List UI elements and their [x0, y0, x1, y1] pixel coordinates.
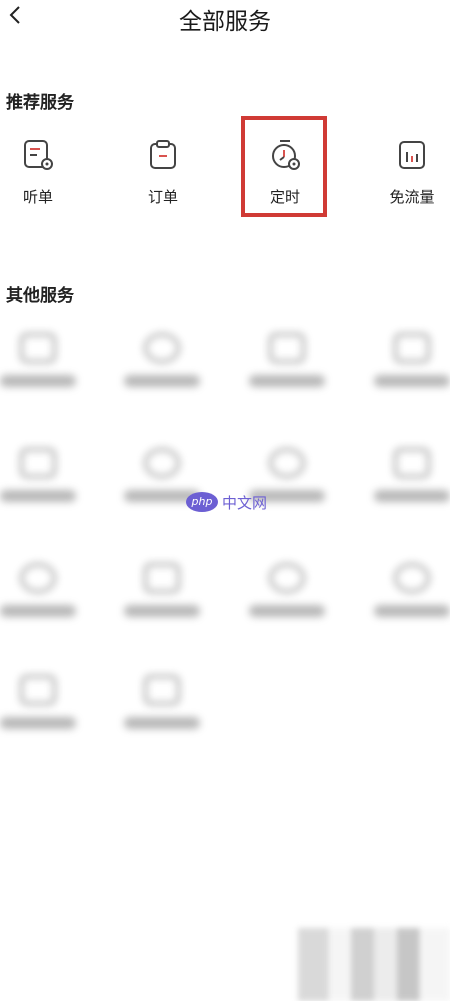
blurred-service-item[interactable]: [112, 325, 212, 405]
blurred-service-item[interactable]: [237, 555, 337, 635]
highlight-box: [241, 116, 327, 217]
blurred-service-item[interactable]: [237, 325, 337, 405]
blurred-service-item[interactable]: [112, 555, 212, 635]
blurred-service-item[interactable]: [362, 325, 450, 405]
service-item-free-data[interactable]: 免流量: [372, 120, 450, 210]
blurred-service-item[interactable]: [362, 555, 450, 635]
watermark-php-icon: php: [186, 492, 218, 512]
blurred-service-item[interactable]: [362, 440, 450, 520]
header-bar: 全部服务: [0, 0, 450, 40]
data-traffic-icon: [399, 141, 425, 169]
service-item-listen[interactable]: 听单: [0, 120, 78, 210]
section-title-recommended: 推荐服务: [6, 93, 74, 113]
watermark-text: 中文网: [222, 494, 268, 512]
service-label-free-data: 免流量: [389, 188, 435, 206]
service-label-listen: 听单: [22, 188, 53, 206]
blurred-service-item[interactable]: [0, 667, 88, 747]
blurred-service-item[interactable]: [112, 667, 212, 747]
service-label-orders: 订单: [147, 188, 178, 206]
service-item-orders[interactable]: 订单: [123, 120, 203, 210]
watermark-logo: php 中文网: [186, 490, 276, 514]
blurred-corner-overlay: [298, 928, 450, 1001]
blurred-service-item[interactable]: [0, 325, 88, 405]
playlist-icon: [24, 140, 53, 170]
page-title: 全部服务: [179, 9, 271, 35]
section-title-other: 其他服务: [6, 286, 74, 306]
clipboard-icon: [150, 140, 176, 169]
blurred-service-item[interactable]: [0, 440, 88, 520]
blurred-service-item[interactable]: [0, 555, 88, 635]
